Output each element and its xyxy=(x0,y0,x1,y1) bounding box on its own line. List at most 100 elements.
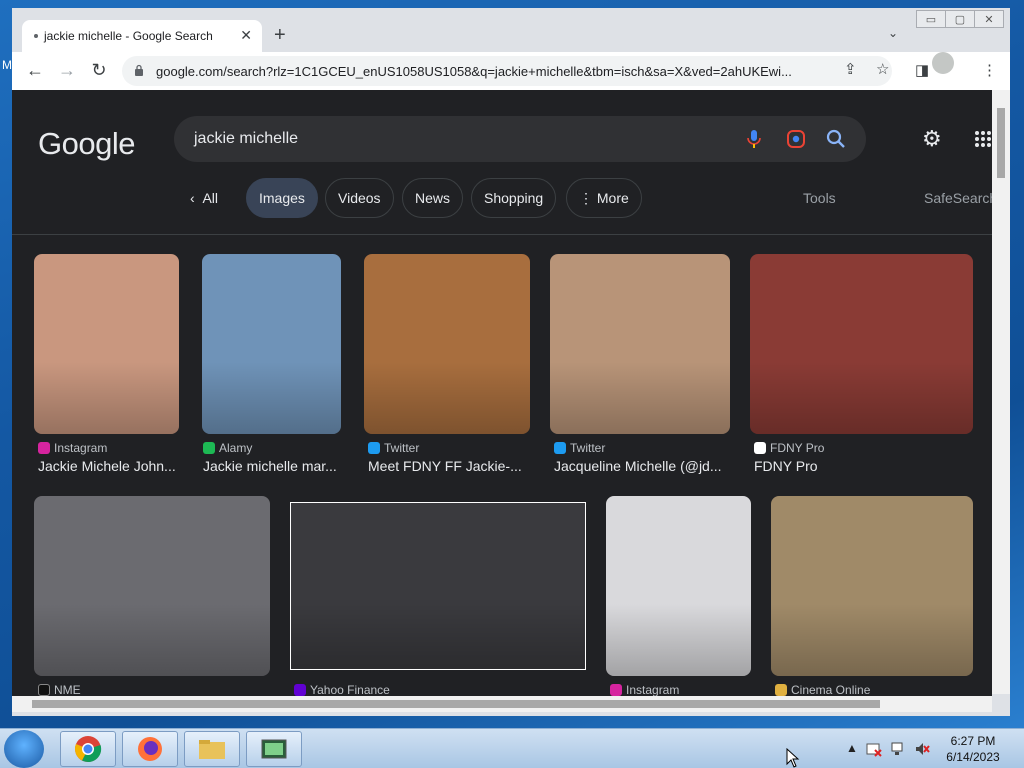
tab-more[interactable]: ⋮ More xyxy=(566,178,642,218)
firefox-icon xyxy=(138,737,162,761)
lens-icon[interactable] xyxy=(786,129,806,149)
url-text: google.com/search?rlz=1C1GCEU_enUS1058US… xyxy=(156,63,792,79)
result-1-title[interactable]: Jackie Michele John... xyxy=(38,458,180,474)
search-query: jackie michelle xyxy=(194,130,299,147)
search-input[interactable]: jackie michelle xyxy=(174,116,866,162)
result-5-source[interactable]: FDNY Pro xyxy=(754,441,824,455)
result-3-title[interactable]: Meet FDNY FF Jackie-... xyxy=(368,458,530,474)
tab-loading-icon xyxy=(34,34,38,38)
image-result-3[interactable] xyxy=(364,254,530,434)
chevron-left-icon: ‹ xyxy=(190,190,203,206)
action-center-icon[interactable] xyxy=(866,741,882,757)
result-6-source[interactable]: NME xyxy=(38,683,81,697)
image-result-7[interactable] xyxy=(290,502,586,670)
taskbar-explorer[interactable] xyxy=(184,731,240,767)
taskbar-chrome[interactable] xyxy=(60,731,116,767)
tab-news[interactable]: News xyxy=(402,178,464,218)
result-5-title[interactable]: FDNY Pro xyxy=(754,458,970,474)
system-clock[interactable]: 6:27 PM 6/14/2023 xyxy=(940,733,1006,765)
share-icon[interactable]: ⇪ xyxy=(844,60,857,78)
tab-videos-label: Videos xyxy=(338,190,381,206)
tray-expand-icon[interactable]: ▲ xyxy=(846,741,858,755)
desktop-text: M xyxy=(2,58,12,72)
image-result-4[interactable] xyxy=(550,254,730,434)
tab-close-icon[interactable]: ✕ xyxy=(240,27,252,44)
result-3-source[interactable]: Twitter xyxy=(368,441,419,455)
result-2-source[interactable]: Alamy xyxy=(203,441,252,455)
tools-button[interactable]: Tools xyxy=(803,190,836,206)
result-1-source[interactable]: Instagram xyxy=(38,441,107,455)
image-result-2[interactable] xyxy=(202,254,341,434)
google-results-page: Google jackie michelle ⚙ ‹ All Images Vi… xyxy=(12,90,992,700)
twitter-icon xyxy=(368,442,380,454)
clock-date: 6/14/2023 xyxy=(946,750,1000,764)
volume-muted-icon[interactable] xyxy=(914,741,930,757)
tab-images[interactable]: Images xyxy=(246,178,318,218)
search-icon[interactable] xyxy=(826,129,846,149)
active-tab[interactable]: jackie michelle - Google Search ✕ xyxy=(22,20,262,52)
alamy-icon xyxy=(203,442,215,454)
tab-strip: jackie michelle - Google Search ✕ + ⌄ ▭ … xyxy=(12,8,1010,52)
tab-images-label: Images xyxy=(259,190,305,206)
result-2-title[interactable]: Jackie michelle mar... xyxy=(203,458,343,474)
tab-all-label: All xyxy=(202,190,219,206)
close-window-button[interactable]: ✕ xyxy=(974,10,1004,28)
minimize-button[interactable]: ▭ xyxy=(916,10,946,28)
google-apps-icon[interactable] xyxy=(974,130,992,148)
result-9-source[interactable]: Cinema Online xyxy=(775,683,870,697)
result-8-source[interactable]: Instagram xyxy=(610,683,679,697)
vertical-scrollbar[interactable] xyxy=(992,90,1010,694)
image-result-1[interactable] xyxy=(34,254,179,434)
terminal-icon xyxy=(261,739,287,759)
tab-videos[interactable]: Videos xyxy=(325,178,394,218)
settings-gear-icon[interactable]: ⚙ xyxy=(922,126,942,152)
chrome-icon xyxy=(75,736,102,763)
header-divider xyxy=(12,234,992,235)
side-panel-icon[interactable]: ◨ xyxy=(915,61,929,79)
vertical-scroll-thumb[interactable] xyxy=(997,108,1005,178)
result-4-title[interactable]: Jacqueline Michelle (@jd... xyxy=(554,458,730,474)
instagram-icon xyxy=(610,684,622,696)
taskbar-firefox[interactable] xyxy=(122,731,178,767)
tab-search-chevron-icon[interactable]: ⌄ xyxy=(888,26,898,40)
tab-shopping-label: Shopping xyxy=(484,190,544,206)
forward-button[interactable]: → xyxy=(56,60,78,81)
new-tab-button[interactable]: + xyxy=(274,24,286,47)
chrome-menu-icon[interactable]: ⋮ xyxy=(982,61,997,79)
taskbar-terminal[interactable] xyxy=(246,731,302,767)
lock-icon[interactable] xyxy=(134,64,144,76)
tab-shopping[interactable]: Shopping xyxy=(471,178,557,218)
profile-avatar[interactable] xyxy=(932,52,954,74)
tab-all[interactable]: ‹ All xyxy=(190,190,218,206)
image-result-9[interactable] xyxy=(771,496,973,676)
yahoo-icon xyxy=(294,684,306,696)
horizontal-scroll-thumb[interactable] xyxy=(32,700,880,708)
twitter-icon xyxy=(554,442,566,454)
nme-icon xyxy=(38,684,50,696)
maximize-button[interactable]: ▢ xyxy=(945,10,975,28)
address-bar[interactable]: google.com/search?rlz=1C1GCEU_enUS1058US… xyxy=(122,56,892,86)
cinema-online-icon xyxy=(775,684,787,696)
tab-title: jackie michelle - Google Search xyxy=(44,29,213,43)
image-result-6[interactable] xyxy=(34,496,270,676)
horizontal-scrollbar[interactable] xyxy=(12,696,992,712)
back-button[interactable]: ← xyxy=(24,60,46,81)
browser-toolbar: ← → ↻ google.com/search?rlz=1C1GCEU_enUS… xyxy=(12,52,1010,90)
result-4-source[interactable]: Twitter xyxy=(554,441,605,455)
bookmark-star-icon[interactable]: ☆ xyxy=(876,60,889,78)
image-result-8[interactable] xyxy=(606,496,751,676)
network-icon[interactable] xyxy=(890,741,906,757)
reload-button[interactable]: ↻ xyxy=(88,60,110,81)
microphone-icon[interactable] xyxy=(746,129,762,149)
taskbar: ▲ 6:27 PM 6/14/2023 xyxy=(0,728,1024,768)
image-result-5[interactable] xyxy=(750,254,973,434)
start-button[interactable] xyxy=(4,730,44,768)
more-dots-icon: ⋮ xyxy=(579,189,597,206)
safesearch-button[interactable]: SafeSearch xyxy=(924,190,992,206)
mouse-cursor-icon xyxy=(786,748,800,768)
result-7-source[interactable]: Yahoo Finance xyxy=(294,683,390,697)
folder-icon xyxy=(199,740,225,759)
instagram-icon xyxy=(38,442,50,454)
google-logo[interactable]: Google xyxy=(38,126,135,162)
fdny-icon xyxy=(754,442,766,454)
